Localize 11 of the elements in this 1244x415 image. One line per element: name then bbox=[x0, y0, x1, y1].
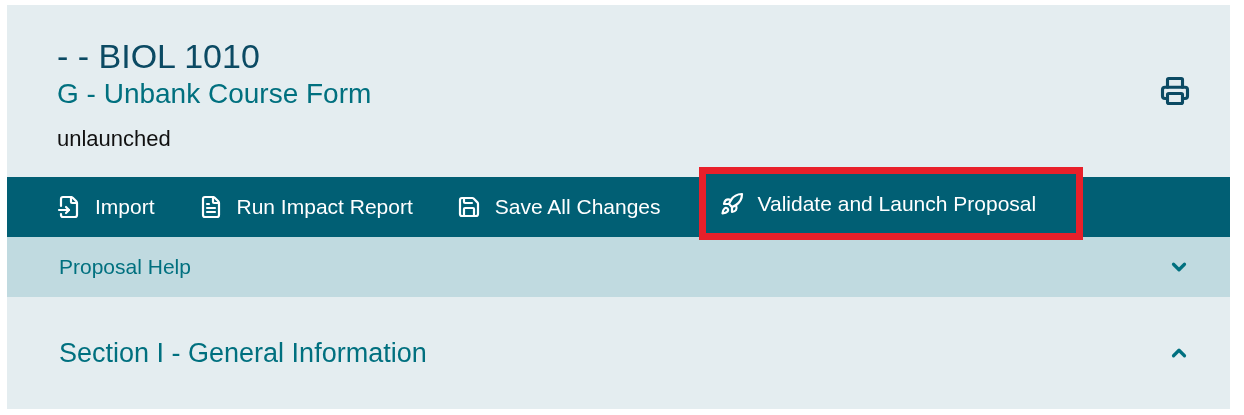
toolbar-button[interactable]: Validate and Launch Proposal bbox=[698, 167, 1084, 240]
form-name: G - Unbank Course Form bbox=[57, 77, 372, 111]
accordion-title: Section I - General Information bbox=[59, 337, 427, 369]
accordion-header[interactable]: Section I - General Information bbox=[7, 297, 1230, 409]
accordion-title: Proposal Help bbox=[59, 255, 191, 279]
print-icon[interactable] bbox=[1160, 76, 1190, 106]
accordion-header[interactable]: Proposal Help bbox=[7, 237, 1230, 297]
course-title: - - BIOL 1010 bbox=[57, 36, 261, 76]
file-import-icon bbox=[57, 195, 81, 219]
rocket-icon bbox=[719, 191, 744, 216]
proposal-status: unlaunched bbox=[57, 126, 172, 152]
